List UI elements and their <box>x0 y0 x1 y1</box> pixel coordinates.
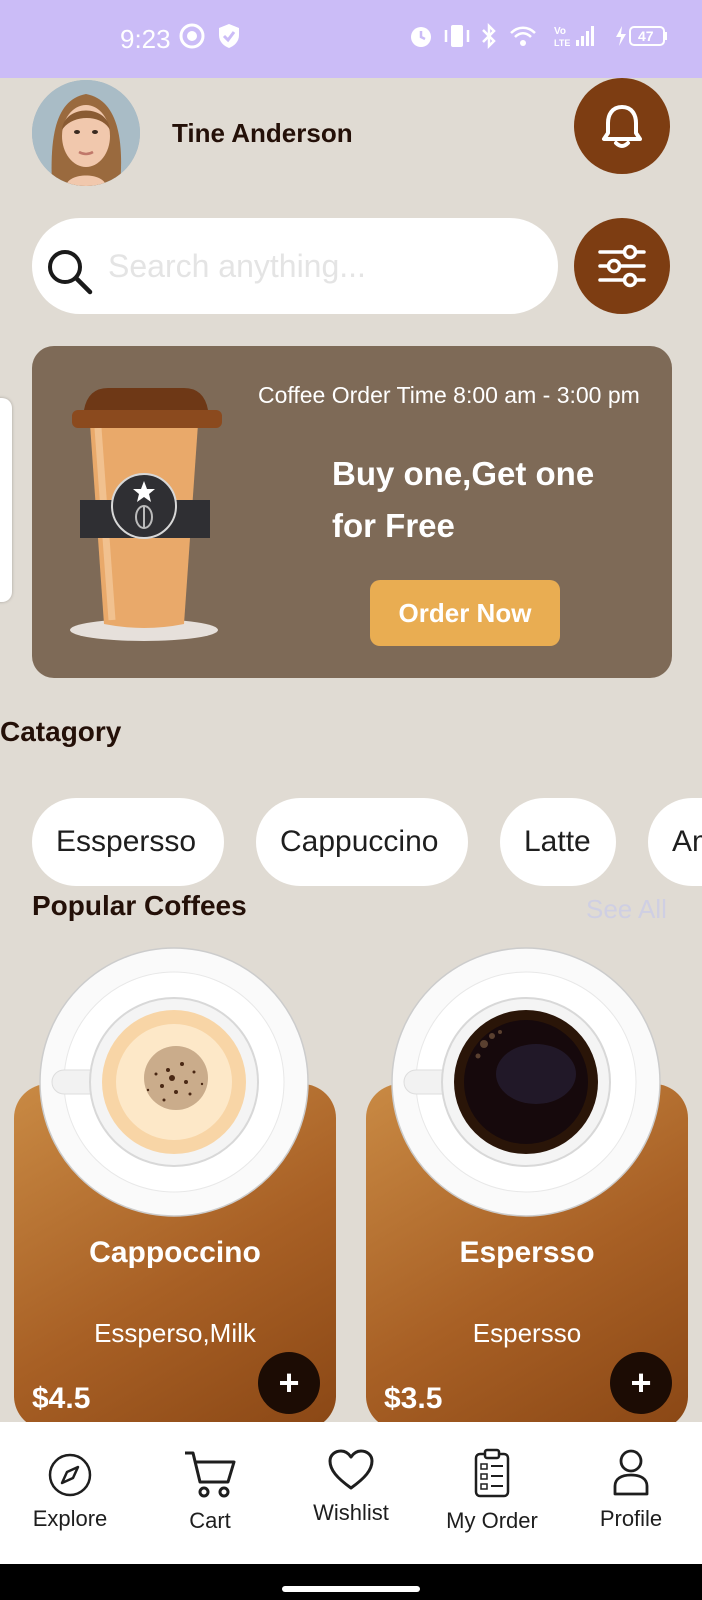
user-name: Tine Anderson <box>172 118 353 148</box>
wifi-icon <box>510 26 536 46</box>
order-now-button[interactable]: Order Now <box>370 580 560 646</box>
add-to-cart-button[interactable]: + <box>258 1352 320 1414</box>
bluetooth-icon <box>482 22 496 50</box>
banner-time-text: Coffee Order Time 8:00 am - 3:00 pm <box>258 382 640 408</box>
sync-icon <box>179 23 205 49</box>
volte-signal-icon: Vo LTE <box>554 26 594 48</box>
search-bar[interactable] <box>32 218 558 314</box>
home-gesture-handle[interactable] <box>282 1586 420 1592</box>
battery-level: 47 <box>638 28 654 44</box>
promo-banner: Coffee Order Time 8:00 am - 3:00 pm Buy … <box>32 346 672 678</box>
category-title: Catagory <box>0 716 122 747</box>
edge-panel-handle[interactable] <box>0 398 12 602</box>
nav-item-profile[interactable]: Profile <box>586 1448 676 1532</box>
sliders-icon <box>598 244 646 288</box>
user-icon <box>613 1449 649 1496</box>
nav-item-my-order[interactable]: My Order <box>436 1448 548 1534</box>
product-name: Espersso <box>459 1236 595 1269</box>
compass-icon <box>48 1453 92 1497</box>
clipboard-icon <box>474 1448 510 1498</box>
banner-headline: Buy one,Get one for Free <box>332 448 632 552</box>
nav-label-my-order: My Order <box>446 1508 538 1533</box>
status-time: 9:23 <box>120 24 171 54</box>
avatar[interactable] <box>32 80 140 186</box>
status-bar: 9:23 Vo LTE 47 <box>0 0 702 78</box>
system-navigation-bar <box>0 1564 702 1600</box>
nav-item-wishlist[interactable]: Wishlist <box>304 1448 398 1526</box>
product-price: $3.5 <box>384 1382 443 1415</box>
cappuccino-cup-image <box>39 947 309 1217</box>
nav-label-cart: Cart <box>189 1508 231 1533</box>
product-description: Essperso,Milk <box>94 1318 256 1348</box>
nav-item-explore[interactable]: Explore <box>30 1452 110 1532</box>
espresso-cup-image <box>391 947 661 1217</box>
category-chip-latte[interactable]: Latte <box>500 798 616 886</box>
product-name: Cappoccino <box>89 1236 261 1269</box>
notification-button[interactable] <box>574 78 670 174</box>
bell-icon <box>602 105 642 148</box>
see-all-link[interactable]: See All <box>586 894 667 925</box>
popular-coffees-title: Popular Coffees <box>32 890 247 921</box>
svg-text:LTE: LTE <box>554 38 570 48</box>
category-chips: Esspersso Cappuccino Latte Americano <box>32 798 702 888</box>
banner-headline-line2: for Free <box>332 507 455 544</box>
nav-label-explore: Explore <box>32 1506 108 1531</box>
alarm-icon <box>411 27 431 47</box>
shield-icon <box>219 24 239 48</box>
filter-button[interactable] <box>574 218 670 314</box>
search-input[interactable] <box>108 218 538 314</box>
product-description: Espersso <box>472 1318 582 1348</box>
nav-label-wishlist: Wishlist <box>313 1500 389 1525</box>
category-chip-americano[interactable]: Americano <box>648 798 702 886</box>
nav-label-profile: Profile <box>599 1506 663 1531</box>
heart-icon <box>328 1449 374 1490</box>
category-chip-cappuccino[interactable]: Cappuccino <box>256 798 468 886</box>
banner-headline-line1: Buy one,Get one <box>332 455 595 492</box>
svg-text:Vo: Vo <box>554 26 566 37</box>
coffee-cup-icon <box>70 388 222 641</box>
cart-icon <box>185 1451 236 1498</box>
category-chip-espresso[interactable]: Esspersso <box>32 798 224 886</box>
bottom-navigation: Explore Cart Wishlist My Order Profile <box>0 1422 702 1564</box>
vibrate-icon <box>444 25 470 47</box>
search-icon[interactable] <box>44 246 96 298</box>
product-price: $4.5 <box>32 1382 91 1415</box>
add-to-cart-button[interactable]: + <box>610 1352 672 1414</box>
nav-item-cart[interactable]: Cart <box>170 1448 250 1534</box>
